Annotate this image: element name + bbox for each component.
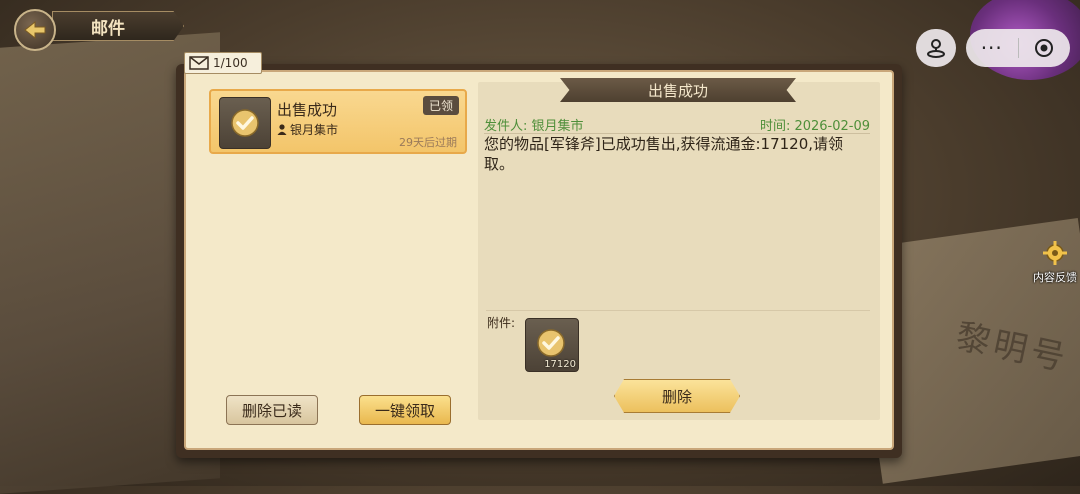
joystick-icon bbox=[927, 39, 945, 58]
mail-time: 时间: 2026-02-09 bbox=[759, 119, 870, 134]
mail-item-thumbnail bbox=[219, 97, 271, 149]
claim-all-button[interactable]: 一键领取 bbox=[359, 395, 451, 425]
target-icon bbox=[1035, 39, 1054, 57]
more-menu-button[interactable]: ··· bbox=[966, 29, 1018, 67]
mail-item-sender-name: 银月集市 bbox=[290, 123, 339, 137]
feedback-button[interactable]: 内容反馈 bbox=[1030, 240, 1080, 285]
close-program-button[interactable] bbox=[1018, 37, 1070, 59]
currency-check-icon bbox=[537, 329, 565, 357]
mail-body-text: 您的物品[军锋斧]已成功售出,获得流通金:17120,请领取。 bbox=[484, 135, 844, 173]
mail-detail-title: 出售成功 bbox=[560, 78, 796, 102]
profile-button[interactable] bbox=[916, 29, 956, 67]
mail-count-label: 1/100 bbox=[213, 56, 248, 70]
person-icon bbox=[277, 124, 287, 135]
back-button[interactable] bbox=[14, 9, 56, 51]
mail-meta-row: 发件人: 银月集市 时间: 2026-02-09 bbox=[484, 115, 870, 134]
delete-mail-button[interactable]: 删除 bbox=[614, 379, 740, 413]
mail-list-item[interactable]: 出售成功 银月集市 已领 29天后过期 bbox=[209, 89, 467, 154]
mail-item-expiry: 29天后过期 bbox=[399, 136, 457, 149]
page-title: 邮件 bbox=[91, 18, 125, 39]
attachment-item[interactable]: 17120 bbox=[525, 318, 579, 372]
feedback-label: 内容反馈 bbox=[1033, 271, 1077, 284]
attachment-divider bbox=[486, 310, 870, 311]
attachment-quantity: 17120 bbox=[544, 359, 576, 370]
gear-icon bbox=[1043, 241, 1067, 265]
mail-sender: 发件人: 银月集市 bbox=[484, 119, 584, 134]
delete-read-button[interactable]: 删除已读 bbox=[226, 395, 318, 425]
attachment-label: 附件: bbox=[487, 316, 516, 330]
mail-count-tab: 1/100 bbox=[184, 52, 262, 74]
envelope-icon bbox=[189, 56, 209, 70]
mail-item-sender: 银月集市 bbox=[277, 121, 338, 138]
back-arrow-icon bbox=[24, 20, 46, 40]
page-title-banner: 邮件 bbox=[52, 11, 184, 41]
checkmark-icon bbox=[231, 109, 259, 137]
claimed-badge: 已领 bbox=[422, 96, 459, 115]
mini-program-capsule: ··· bbox=[966, 29, 1070, 67]
mail-item-title: 出售成功 bbox=[277, 101, 338, 119]
